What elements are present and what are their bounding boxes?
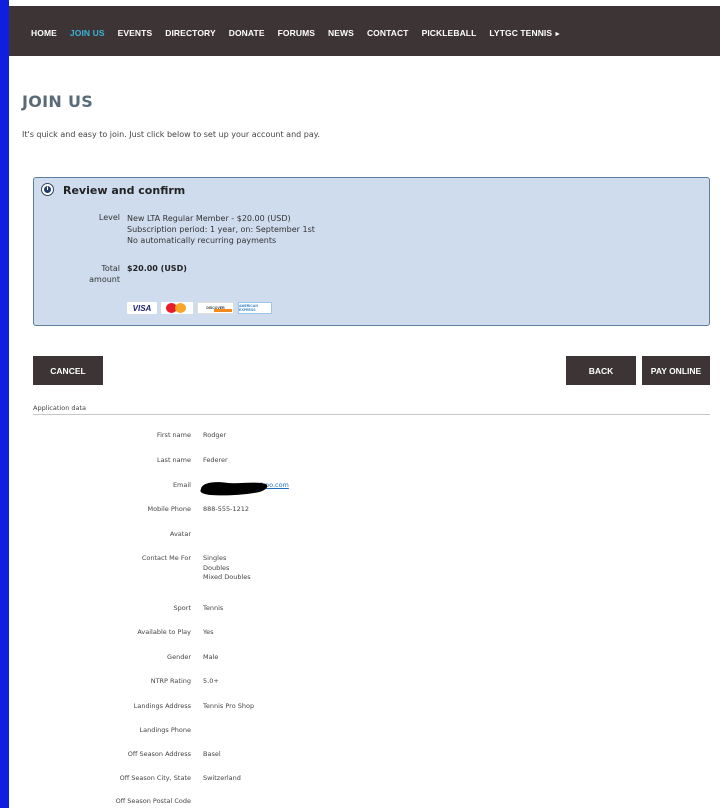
field-label: Gender: [167, 653, 191, 661]
level-line-1: New LTA Regular Member - $20.00 (USD): [127, 214, 291, 223]
field-value: 888-555-1212: [203, 505, 250, 513]
cancel-button[interactable]: CANCEL: [33, 356, 103, 385]
visa-logo: VISA: [127, 302, 157, 314]
field-off-season-postal-code: Off Season Postal Code: [0, 797, 724, 809]
nav-item-forums[interactable]: FORUMS: [278, 28, 315, 38]
field-landings-address: Landings Address Tennis Pro Shop: [0, 702, 724, 714]
payment-card-logos: VISA DISCOVER AMERICAN EXPRESS: [127, 302, 272, 314]
intro-text: It's quick and easy to join. Just click …: [22, 130, 320, 139]
section-divider: [33, 414, 710, 415]
field-label: First name: [156, 431, 191, 439]
field-contact-me-for: Contact Me For Singles Doubles Mixed Dou…: [0, 554, 724, 588]
field-landings-phone: Landings Phone: [0, 726, 724, 738]
total-label-2: amount: [89, 275, 120, 284]
field-gender: Gender Male: [0, 653, 724, 665]
field-label: Email: [172, 481, 191, 489]
nav-menu: HOME JOIN US EVENTS DIRECTORY DONATE FOR…: [31, 28, 574, 38]
field-label: Avatar: [169, 530, 191, 538]
level-line-3: No automatically recurring payments: [127, 236, 277, 245]
field-label: Last name: [156, 456, 191, 464]
back-button[interactable]: BACK: [566, 356, 636, 385]
redaction-mark: [200, 482, 268, 496]
field-label: Off Season Address: [127, 750, 191, 758]
amex-logo: AMERICAN EXPRESS: [238, 302, 272, 314]
submenu-arrow-icon: ►: [554, 31, 562, 38]
field-label: Off Season Postal Code: [115, 797, 191, 805]
nav-item-events[interactable]: EVENTS: [118, 28, 153, 38]
field-sport: Sport Tennis: [0, 604, 724, 616]
nav-item-donate[interactable]: DONATE: [229, 28, 265, 38]
field-email: Email ahoo.com: [0, 481, 724, 493]
field-mobile-phone: Mobile Phone 888-555-1212: [0, 505, 724, 517]
nav-item-label: LYTGC TENNIS: [489, 28, 553, 38]
review-confirm-panel: i Review and confirm Level New LTA Regul…: [33, 177, 710, 326]
field-value: Singles Doubles Mixed Doubles: [203, 554, 251, 581]
field-value: Federer: [203, 456, 228, 464]
field-label: NTRP Rating: [150, 677, 191, 685]
info-icon: i: [41, 183, 54, 196]
total-amount: $20.00 (USD): [127, 264, 187, 273]
nav-item-pickleball[interactable]: PICKLEBALL: [422, 28, 477, 38]
mastercard-logo: [161, 302, 193, 314]
field-last-name: Last name Federer: [0, 456, 724, 468]
field-label: Available to Play: [137, 628, 191, 636]
nav-item-join-us[interactable]: JOIN US: [70, 28, 105, 38]
field-label: Off Season City, State: [119, 774, 191, 782]
page-title: JOIN US: [22, 92, 94, 111]
field-off-season-address: Off Season Address Basel: [0, 750, 724, 762]
review-title: Review and confirm: [63, 184, 186, 197]
level-label: Level: [98, 213, 120, 222]
field-first-name: First name Rodger: [0, 431, 724, 443]
field-value: Switzerland: [203, 774, 241, 782]
field-value: Tennis Pro Shop: [203, 702, 255, 710]
top-navigation: HOME JOIN US EVENTS DIRECTORY DONATE FOR…: [9, 6, 720, 56]
discover-logo: DISCOVER: [197, 302, 234, 314]
field-value: Rodger: [203, 431, 227, 439]
nav-item-directory[interactable]: DIRECTORY: [165, 28, 216, 38]
field-value: Basel: [203, 750, 221, 758]
nav-item-news[interactable]: NEWS: [328, 28, 354, 38]
pay-online-button[interactable]: PAY ONLINE: [642, 356, 710, 385]
field-ntrp-rating: NTRP Rating 5.0+: [0, 677, 724, 689]
field-label: Mobile Phone: [147, 505, 191, 513]
field-off-season-city-state: Off Season City, State Switzerland: [0, 774, 724, 786]
field-avatar: Avatar: [0, 530, 724, 542]
field-label: Landings Address: [133, 702, 191, 710]
field-label: Sport: [173, 604, 191, 612]
field-value: 5.0+: [203, 677, 219, 685]
field-value: Male: [203, 653, 219, 661]
field-value: Yes: [203, 628, 214, 636]
application-data-heading: Application data: [33, 404, 87, 412]
field-label: Contact Me For: [141, 554, 191, 562]
field-value: Tennis: [203, 604, 224, 612]
level-line-2: Subscription period: 1 year, on: Septemb…: [127, 225, 315, 234]
field-label: Landings Phone: [139, 726, 192, 734]
nav-item-contact[interactable]: CONTACT: [367, 28, 409, 38]
field-available-to-play: Available to Play Yes: [0, 628, 724, 640]
total-label: Total: [101, 264, 120, 273]
nav-item-lytgc-tennis[interactable]: LYTGC TENNIS ►: [489, 28, 561, 38]
nav-item-home[interactable]: HOME: [31, 28, 57, 38]
